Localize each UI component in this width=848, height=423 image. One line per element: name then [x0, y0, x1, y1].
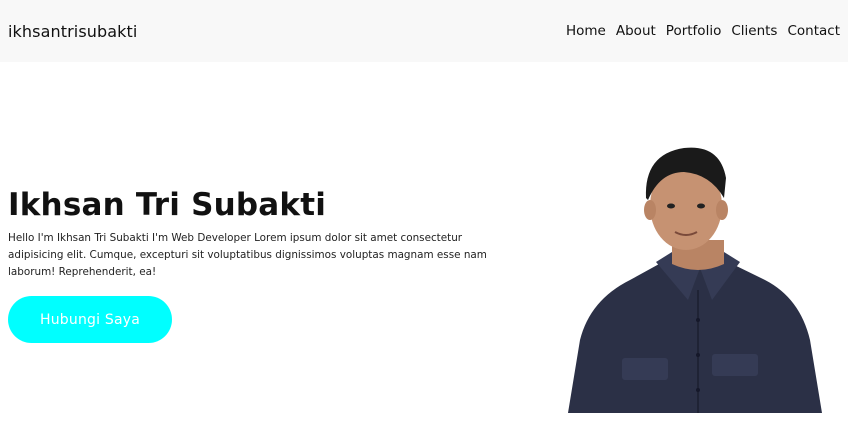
nav-link-clients[interactable]: Clients — [726, 21, 782, 41]
nav-link-portfolio[interactable]: Portfolio — [661, 21, 727, 41]
nav-link-home[interactable]: Home — [561, 21, 611, 41]
hero-section: Ikhsan Tri Subakti Hello I'm Ikhsan Tri … — [8, 184, 508, 281]
nav-links: Home About Portfolio Clients Contact — [561, 21, 840, 41]
profile-photo — [568, 147, 822, 413]
contact-me-button[interactable]: Hubungi Saya — [8, 296, 172, 343]
nav-link-contact[interactable]: Contact — [782, 21, 840, 41]
hero-title: Ikhsan Tri Subakti — [8, 187, 327, 223]
nav-link-about[interactable]: About — [611, 21, 661, 41]
navbar: ikhsantrisubakti Home About Portfolio Cl… — [0, 0, 848, 62]
hero-description: Hello I'm Ikhsan Tri Subakti I'm Web Dev… — [8, 232, 487, 278]
brand-logo[interactable]: ikhsantrisubakti — [8, 22, 137, 41]
